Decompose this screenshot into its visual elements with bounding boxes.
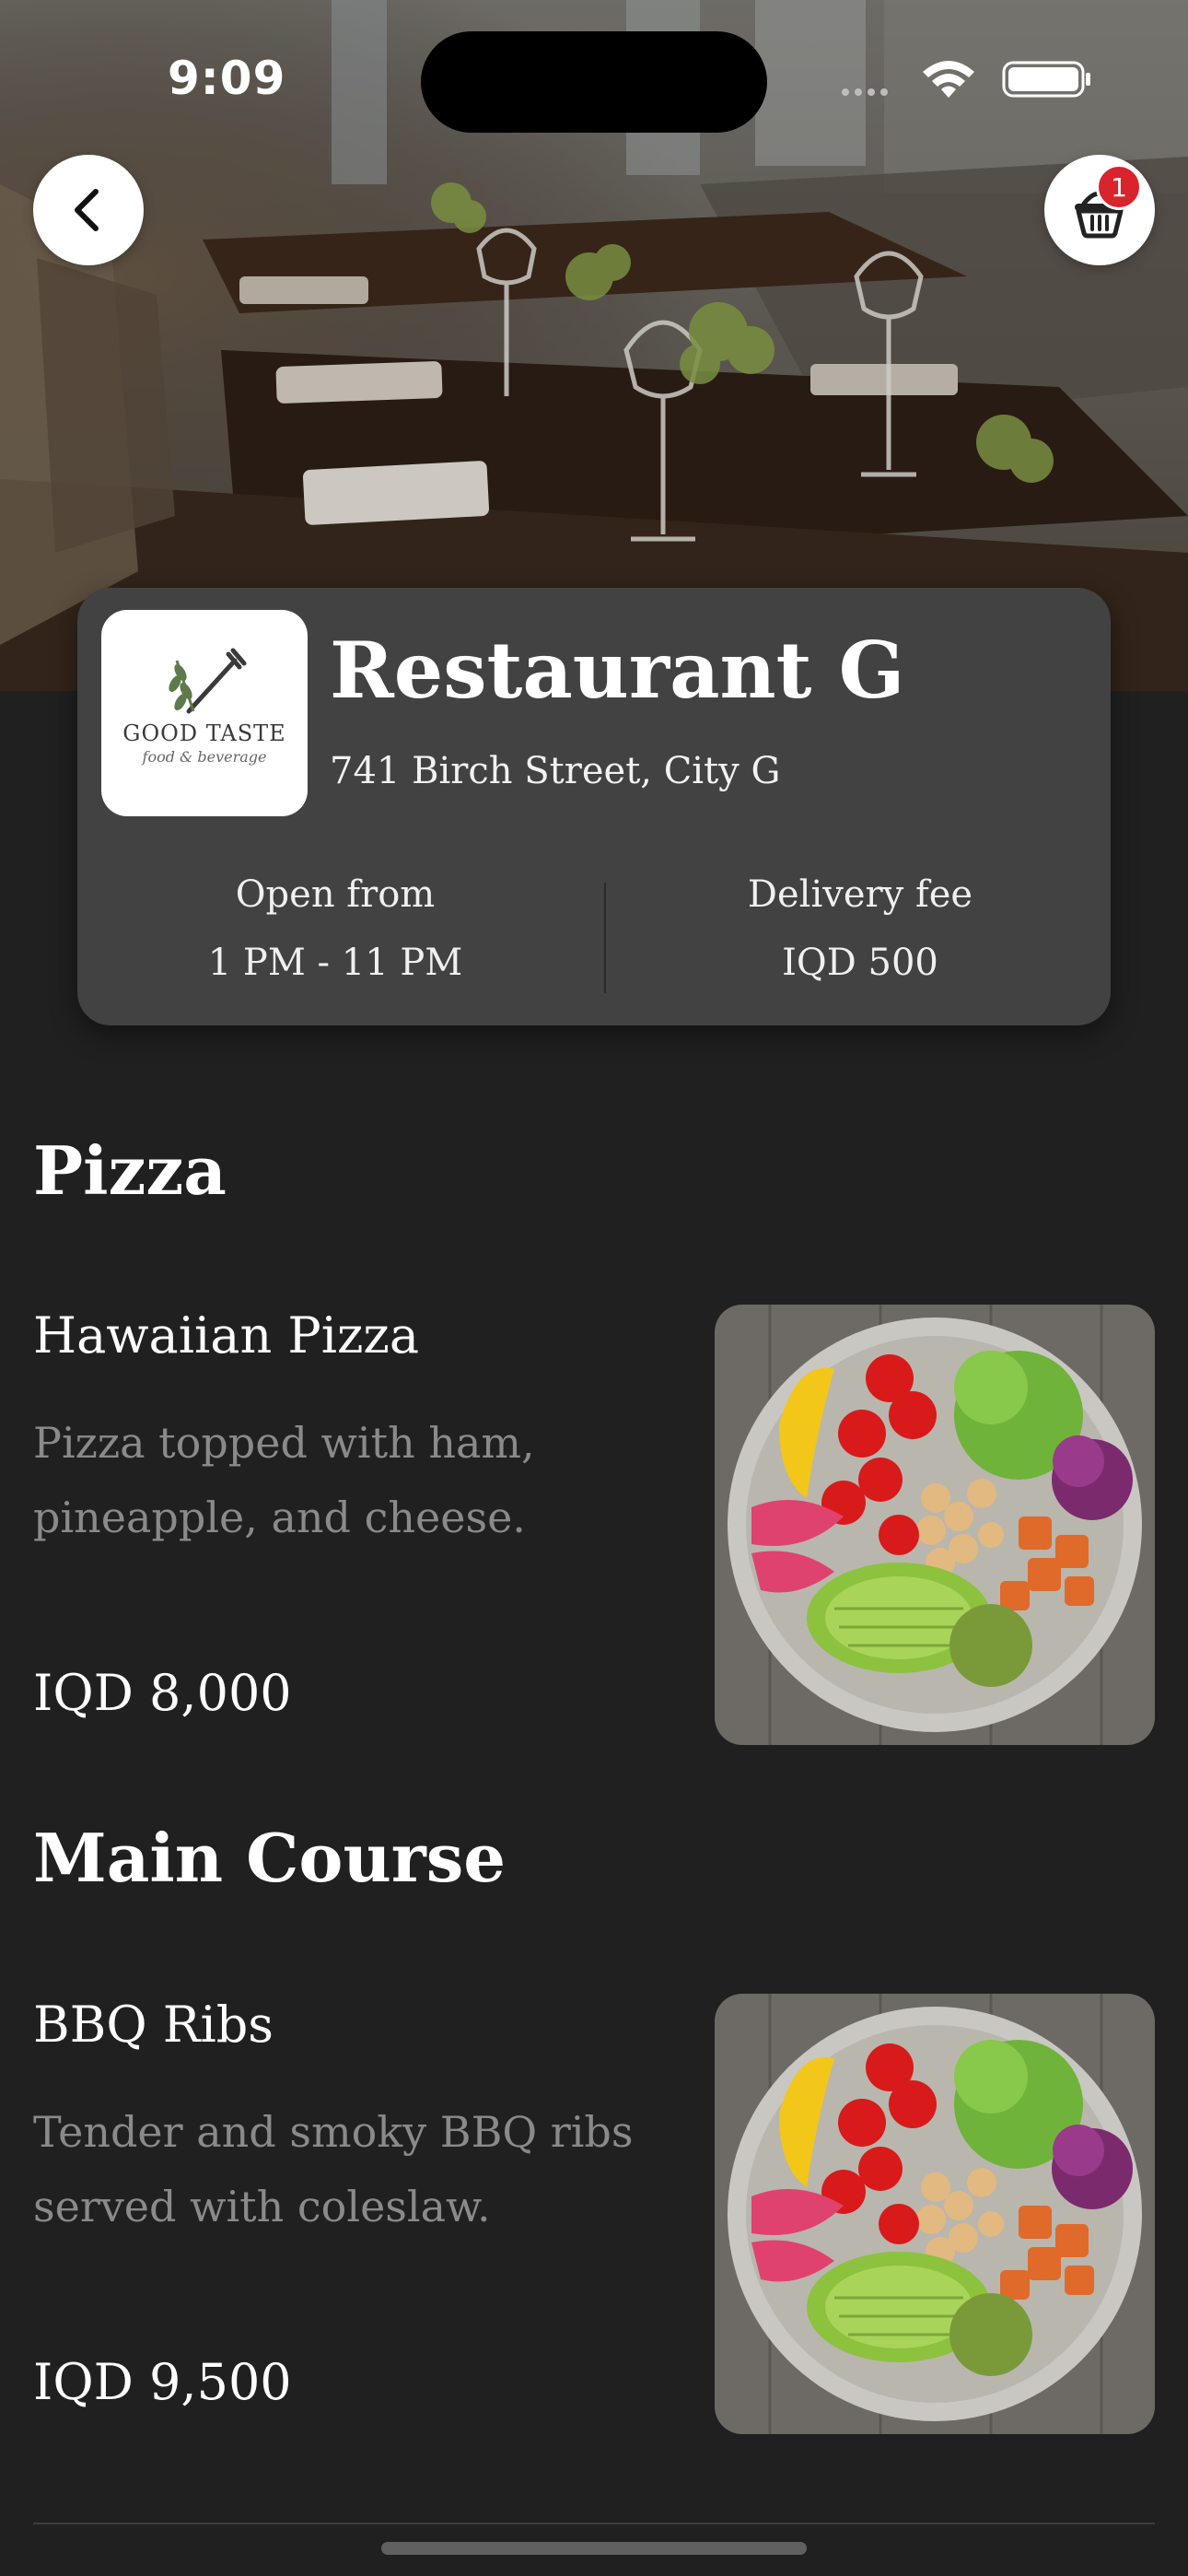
status-time: 9:09	[168, 52, 286, 105]
restaurant-info-card: GOOD TASTE food & beverage Restaurant G …	[77, 588, 1111, 1025]
battery-icon	[1002, 61, 1090, 98]
cellular-icon	[842, 88, 888, 96]
item-description: Pizza topped with ham, pineapple, and ch…	[33, 1418, 535, 1542]
cart-button[interactable]	[1044, 155, 1155, 265]
chevron-left-icon	[75, 189, 99, 231]
item-price: IQD 9,500	[33, 2353, 292, 2411]
item-image	[715, 1305, 1155, 1745]
logo-name: GOOD TASTE	[122, 720, 286, 746]
status-icons	[838, 55, 1096, 101]
dynamic-island	[421, 31, 767, 133]
item-description: Tender and smoky BBQ ribs served with co…	[33, 2107, 634, 2231]
fee-label: Delivery fee	[747, 873, 973, 916]
item-name: Hawaiian Pizza	[33, 1306, 420, 1364]
open-label: Open from	[235, 873, 436, 916]
item-price: IQD 8,000	[33, 1664, 292, 1722]
delivery-fee: Delivery fee IQD 500	[611, 873, 1109, 984]
wifi-icon	[923, 61, 974, 98]
bottom-divider	[33, 2523, 1155, 2524]
section-title: Pizza	[33, 1131, 227, 1210]
opening-hours: Open from 1 PM - 11 PM	[87, 873, 584, 984]
item-name: BBQ Ribs	[33, 1996, 274, 2054]
item-image	[715, 1994, 1155, 2434]
restaurant-name: Restaurant G	[330, 625, 905, 716]
section-title: Main Course	[33, 1819, 507, 1897]
restaurant-logo: GOOD TASTE food & beverage	[101, 610, 308, 816]
fee-value: IQD 500	[782, 942, 938, 984]
logo-tagline: food & beverage	[142, 748, 267, 766]
cart-count-badge: 1	[1096, 164, 1142, 210]
open-hours: 1 PM - 11 PM	[207, 942, 463, 984]
home-indicator[interactable]	[381, 2542, 807, 2555]
back-button[interactable]	[33, 155, 144, 265]
info-divider	[604, 883, 606, 993]
restaurant-address: 741 Birch Street, City G	[330, 750, 781, 792]
